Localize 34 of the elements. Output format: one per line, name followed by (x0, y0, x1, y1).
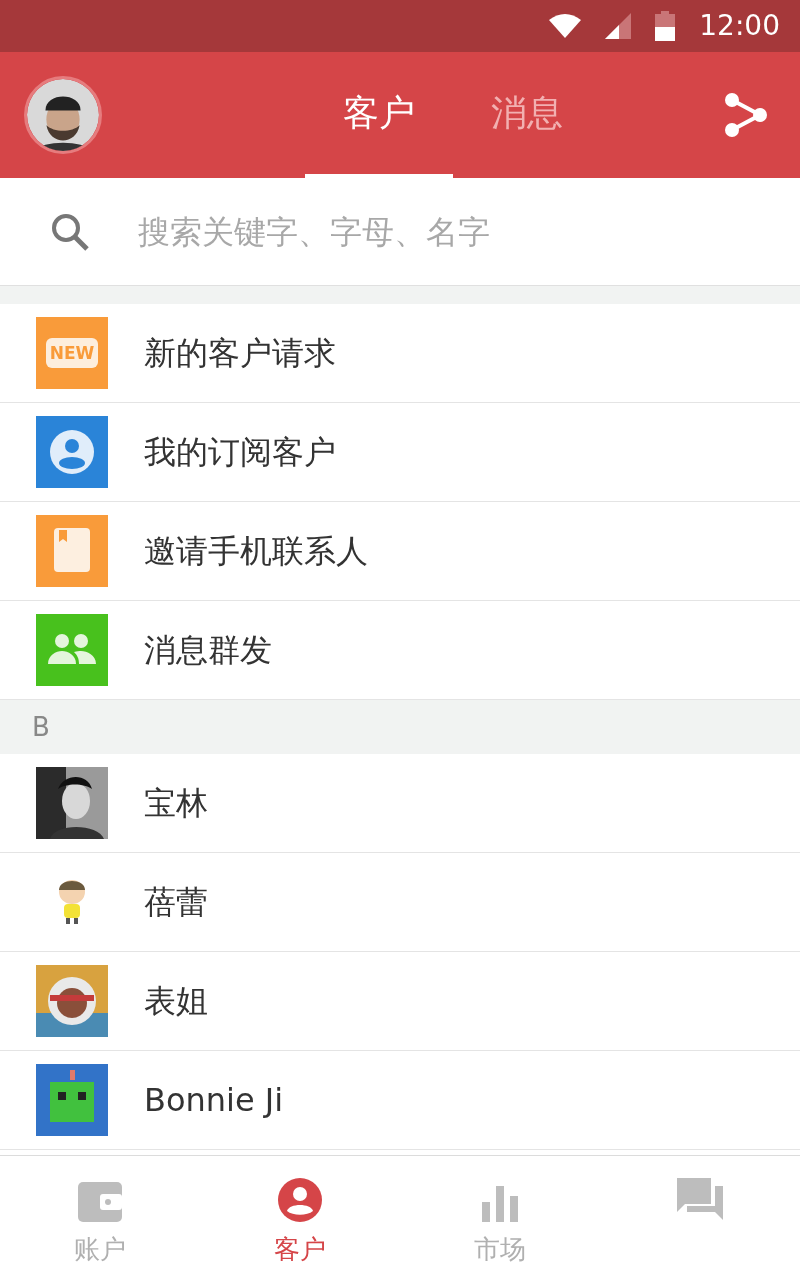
shortcut-label: 消息群发 (144, 630, 272, 671)
contact-row[interactable]: 表姐 (0, 952, 800, 1051)
share-icon[interactable] (724, 92, 768, 138)
signal-icon (605, 13, 632, 39)
contact-name: 蓓蕾 (144, 882, 208, 923)
wallet-icon (78, 1182, 122, 1222)
search-icon (50, 211, 90, 252)
shortcut-label: 我的订阅客户 (144, 432, 336, 473)
wifi-icon (549, 14, 582, 38)
contact-name: Bonnie Ji (144, 1080, 284, 1121)
chat-icon (677, 1176, 723, 1222)
new-badge: NEW (45, 338, 99, 368)
section-header: B (0, 700, 800, 754)
search-field[interactable]: 搜索关键字、字母、名字 (0, 178, 800, 286)
contact-row[interactable]: 蓓蕾 (0, 853, 800, 952)
search-input[interactable]: 搜索关键字、字母、名字 (138, 207, 750, 256)
contact-name: 表姐 (144, 981, 208, 1022)
bar-chart-icon (482, 1186, 518, 1222)
contact-row[interactable]: Bonnie Ji (0, 1051, 800, 1150)
contact-row[interactable]: 宝林 (0, 754, 800, 853)
shortcut-label: 新的客户请求 (144, 333, 336, 374)
person-icon (49, 429, 95, 475)
group-icon (47, 633, 97, 667)
book-icon (54, 528, 90, 574)
battery-icon (655, 11, 676, 41)
shortcut-label: 邀请手机联系人 (144, 531, 368, 572)
header-tab[interactable]: 客户 (305, 52, 453, 178)
clock: 12:00 (699, 8, 780, 44)
shortcut-row[interactable]: 我的订阅客户 (0, 403, 800, 502)
shortcut-row[interactable]: NEW 新的客户请求 (0, 304, 800, 403)
contact-name: 宝林 (144, 783, 208, 824)
shortcut-row[interactable]: 邀请手机联系人 (0, 502, 800, 601)
person-icon (278, 1178, 322, 1222)
nav-tab[interactable]: 客户 (200, 1156, 400, 1280)
